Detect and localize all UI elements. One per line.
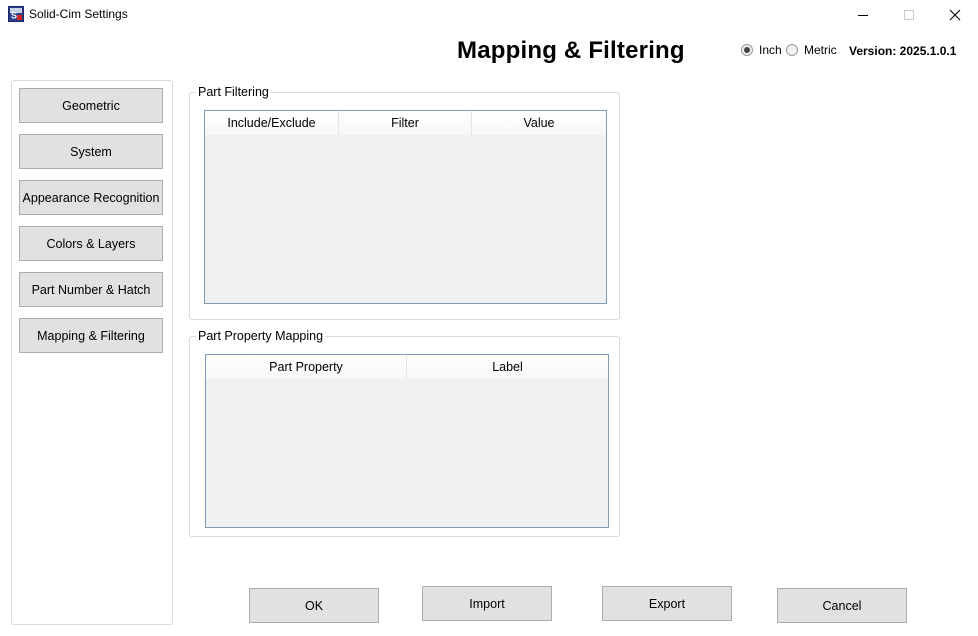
version-label: Version: 2025.1.0.1 — [849, 44, 957, 58]
nav-panel: Geometric System Appearance Recognition … — [11, 80, 173, 625]
maximize-icon — [904, 10, 914, 20]
unit-inch-label: Inch — [759, 43, 782, 57]
nav-part-number-hatch-button[interactable]: Part Number & Hatch — [19, 272, 163, 307]
part-property-mapping-grid[interactable]: Part Property Label — [205, 354, 609, 528]
part-property-mapping-group: Part Property Mapping Part Property Labe… — [189, 328, 620, 537]
export-button[interactable]: Export — [602, 586, 732, 621]
import-button[interactable]: Import — [422, 586, 552, 621]
unit-inch-radio[interactable]: Inch — [741, 43, 782, 57]
svg-text:S: S — [11, 11, 17, 21]
maximize-button[interactable] — [886, 0, 932, 30]
column-header-part-property[interactable]: Part Property — [206, 355, 407, 379]
part-filtering-grid-header: Include/Exclude Filter Value — [205, 111, 606, 135]
column-header-label[interactable]: Label — [407, 355, 608, 379]
nav-colors-layers-button[interactable]: Colors & Layers — [19, 226, 163, 261]
close-icon — [949, 9, 961, 21]
settings-window: S Solid-Cim Settings Mapping & Filtering… — [0, 0, 978, 636]
column-header-include-exclude[interactable]: Include/Exclude — [205, 111, 339, 135]
page-title: Mapping & Filtering — [457, 37, 685, 64]
part-filtering-group: Part Filtering Include/Exclude Filter Va… — [189, 84, 620, 320]
part-filtering-grid[interactable]: Include/Exclude Filter Value — [204, 110, 607, 304]
cancel-button[interactable]: Cancel — [777, 588, 907, 623]
close-button[interactable] — [932, 0, 978, 30]
window-title: Solid-Cim Settings — [29, 7, 128, 21]
radio-metric-indicator[interactable] — [786, 44, 798, 56]
nav-appearance-recognition-button[interactable]: Appearance Recognition — [19, 180, 163, 215]
part-filtering-title: Part Filtering — [196, 84, 271, 100]
column-header-value[interactable]: Value — [472, 111, 606, 135]
unit-metric-label: Metric — [804, 43, 837, 57]
nav-geometric-button[interactable]: Geometric — [19, 88, 163, 123]
app-icon: S — [8, 6, 24, 22]
part-property-mapping-title: Part Property Mapping — [196, 328, 326, 344]
radio-inch-indicator[interactable] — [741, 44, 753, 56]
unit-metric-radio[interactable]: Metric — [786, 43, 837, 57]
nav-mapping-filtering-button[interactable]: Mapping & Filtering — [19, 318, 163, 353]
minimize-icon — [858, 15, 868, 16]
nav-system-button[interactable]: System — [19, 134, 163, 169]
part-property-mapping-grid-header: Part Property Label — [206, 355, 608, 379]
ok-button[interactable]: OK — [249, 588, 379, 623]
column-header-filter[interactable]: Filter — [339, 111, 472, 135]
minimize-button[interactable] — [840, 0, 886, 30]
